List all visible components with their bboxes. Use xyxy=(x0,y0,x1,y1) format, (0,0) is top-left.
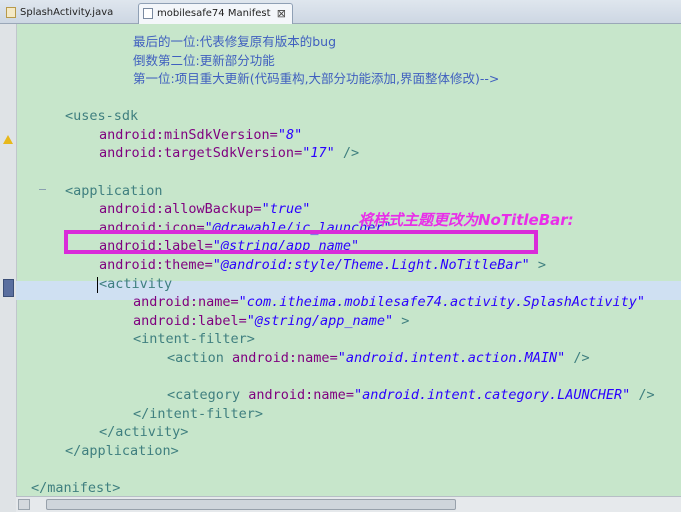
code-line: android:allowBackup="true" xyxy=(99,201,311,217)
code-editor[interactable]: 最后的一位:代表修复原有版本的bug 倒数第二位:更新部分功能 第一位:项目重大… xyxy=(16,24,681,496)
gutter-corner xyxy=(0,496,16,512)
code-line: android:theme="@android:style/Theme.Ligh… xyxy=(99,257,547,273)
warning-icon[interactable] xyxy=(3,135,13,144)
horizontal-scrollbar[interactable] xyxy=(16,496,681,512)
text-cursor xyxy=(97,277,98,293)
code-line: </application> xyxy=(65,443,179,459)
tab-splash-activity-java[interactable]: SplashActivity.java xyxy=(2,3,134,24)
code-line: <uses-sdk xyxy=(65,108,139,124)
highlight-box xyxy=(64,230,538,254)
code-line: android:minSdkVersion="8" xyxy=(99,127,303,143)
code-line: </activity> xyxy=(99,424,189,440)
tab-label: mobilesafe74 Manifest xyxy=(157,8,271,19)
code-line: <category android:name="android.intent.c… xyxy=(167,387,655,403)
tab-label: SplashActivity.java xyxy=(20,7,114,18)
code-line: android:label="@string/app_name" > xyxy=(133,313,410,329)
manifest-file-icon xyxy=(143,8,153,19)
editor-gutter xyxy=(0,24,17,496)
code-line: <application xyxy=(65,183,163,199)
close-tab-icon[interactable]: ⊠ xyxy=(277,4,286,23)
code-line: <intent-filter> xyxy=(133,331,255,347)
current-line-marker-icon xyxy=(3,279,14,297)
code-line: 第一位:项目重大更新(代码重构,大部分功能添加,界面整体修改)--> xyxy=(133,71,500,86)
folding-ruler xyxy=(17,24,46,496)
editor-tab-bar: SplashActivity.java mobilesafe74 Manifes… xyxy=(0,0,681,24)
java-file-icon xyxy=(6,7,16,18)
code-line: </manifest> xyxy=(31,480,121,496)
code-line: <action android:name="android.intent.act… xyxy=(167,350,590,366)
code-line: 最后的一位:代表修复原有版本的bug xyxy=(133,34,337,49)
code-line: 倒数第二位:更新部分功能 xyxy=(133,53,275,68)
code-line: android:name="com.itheima.mobilesafe74.a… xyxy=(133,294,646,310)
tab-mobilesafe74-manifest[interactable]: mobilesafe74 Manifest ⊠ xyxy=(138,3,293,24)
scrollbar-thumb[interactable] xyxy=(46,499,456,510)
scroll-left-icon[interactable] xyxy=(18,499,30,510)
code-line: </intent-filter> xyxy=(133,406,264,422)
code-line: <activity xyxy=(99,276,173,292)
annotation-text: 将样式主题更改为NoTitleBar: xyxy=(358,211,574,229)
code-line: android:targetSdkVersion="17" /> xyxy=(99,145,360,161)
